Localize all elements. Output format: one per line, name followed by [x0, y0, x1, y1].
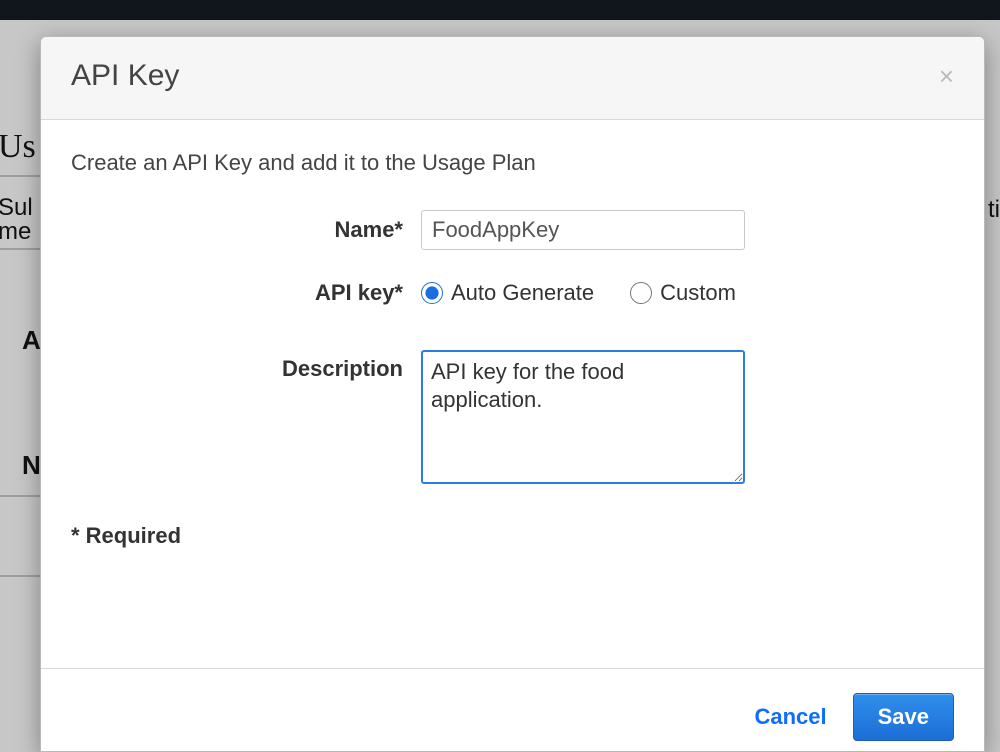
- bg-tab-n: N: [22, 450, 41, 481]
- modal-body: Create an API Key and add it to the Usag…: [41, 120, 984, 668]
- radio-auto-generate-input[interactable]: [421, 282, 443, 304]
- bg-tab-a: A: [22, 325, 41, 356]
- bg-heading: Us: [0, 128, 36, 166]
- modal-footer: Cancel Save: [41, 668, 984, 751]
- description-input[interactable]: [421, 350, 745, 484]
- label-name: Name*: [71, 217, 421, 243]
- radio-auto-generate[interactable]: Auto Generate: [421, 280, 594, 306]
- row-api-key: API key* Auto Generate Custom: [71, 280, 954, 306]
- label-api-key: API key*: [71, 280, 421, 306]
- required-note: * Required: [71, 523, 954, 549]
- row-name: Name*: [71, 210, 954, 250]
- label-description: Description: [71, 350, 421, 382]
- app-topbar: [0, 0, 1000, 20]
- radio-custom[interactable]: Custom: [630, 280, 736, 306]
- bg-sub-2: me: [0, 218, 31, 246]
- modal-title: API Key: [71, 59, 179, 93]
- api-key-modal: API Key × Create an API Key and add it t…: [40, 36, 985, 752]
- radio-custom-label: Custom: [660, 280, 736, 306]
- radio-custom-input[interactable]: [630, 282, 652, 304]
- modal-intro: Create an API Key and add it to the Usag…: [71, 150, 954, 176]
- radio-auto-generate-label: Auto Generate: [451, 280, 594, 306]
- cancel-button[interactable]: Cancel: [754, 704, 826, 730]
- modal-header: API Key ×: [41, 37, 984, 120]
- close-icon[interactable]: ×: [939, 63, 954, 89]
- save-button[interactable]: Save: [853, 693, 954, 741]
- name-input[interactable]: [421, 210, 745, 250]
- row-description: Description: [71, 350, 954, 489]
- bg-right-frag: ti: [988, 196, 1000, 224]
